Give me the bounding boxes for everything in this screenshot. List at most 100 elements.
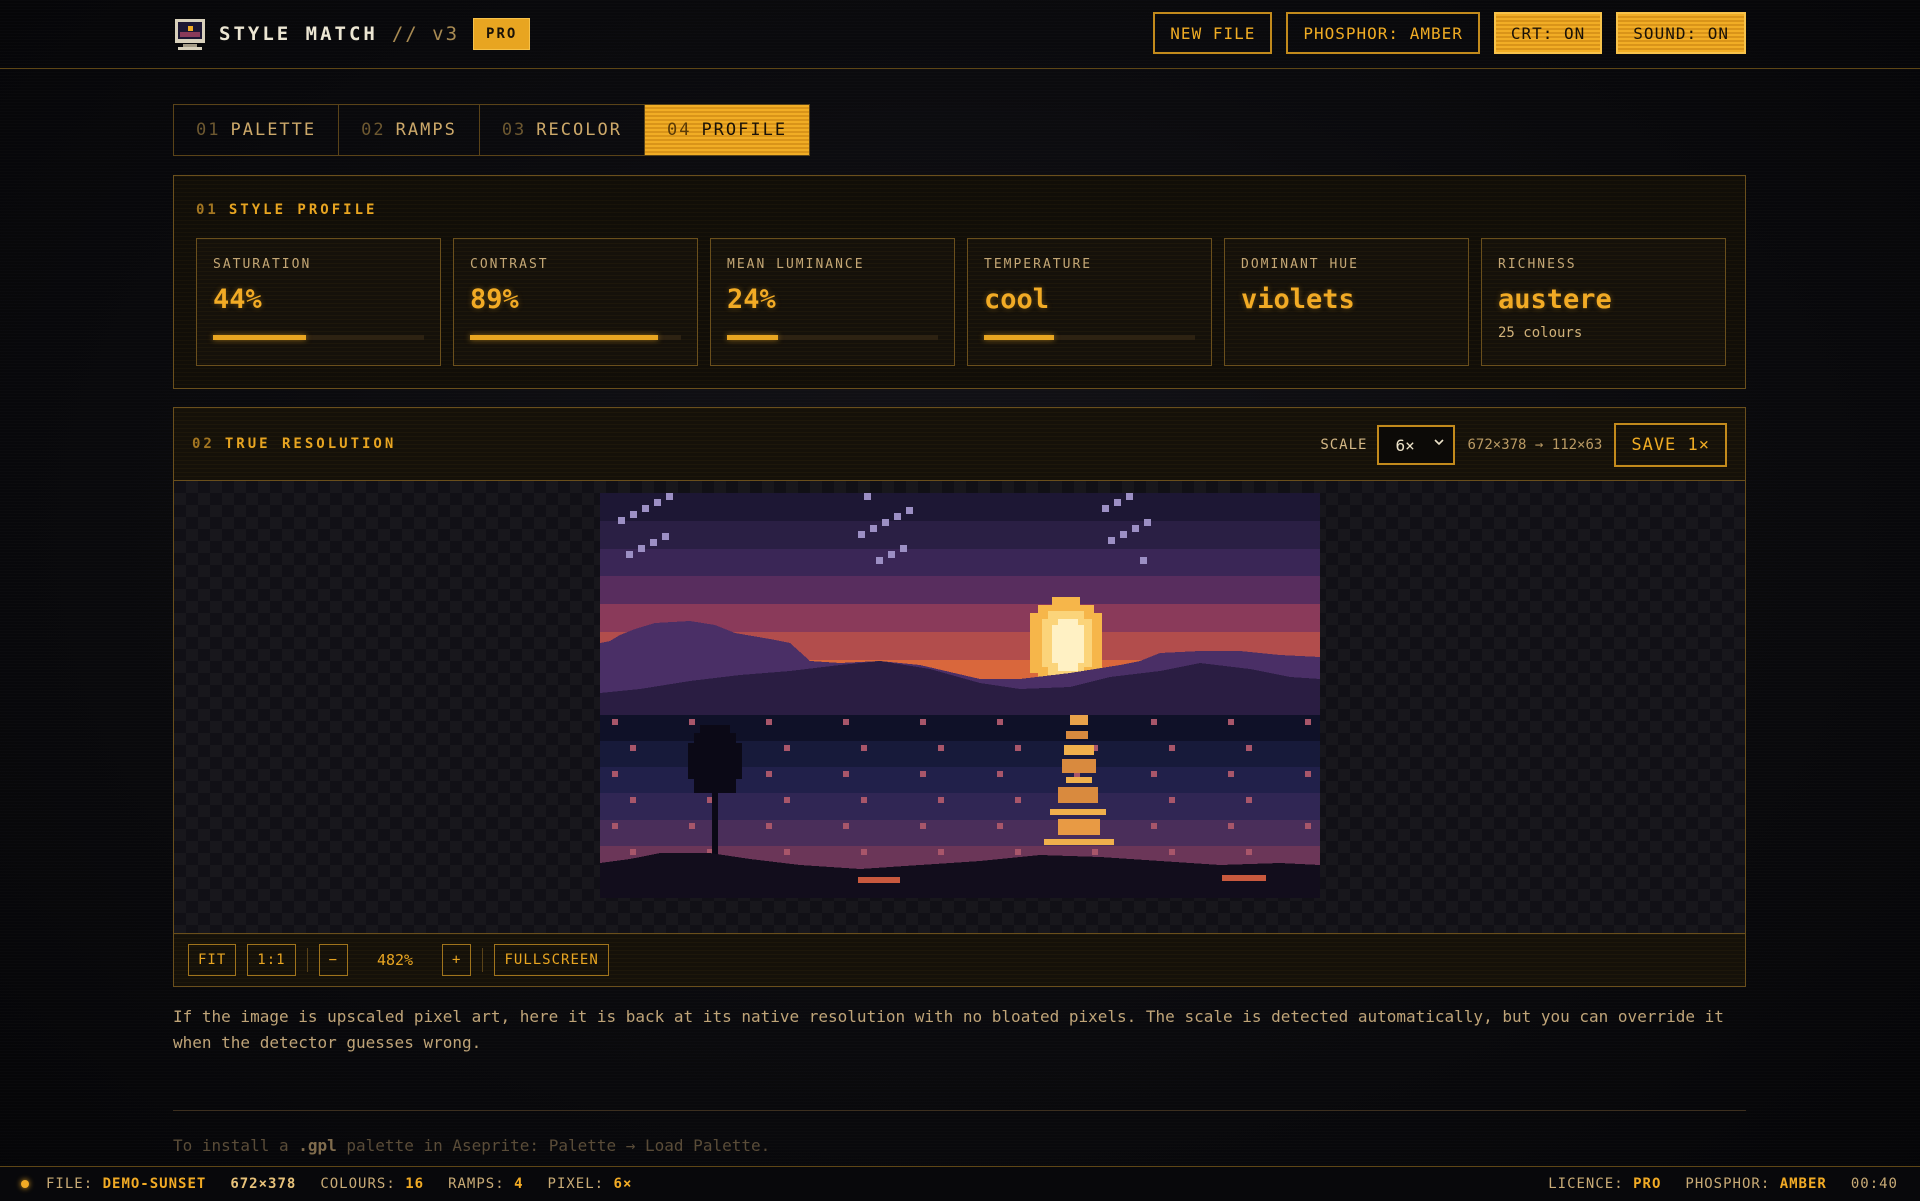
brand: STYLE MATCH // v3 PRO [173, 16, 531, 52]
status-file: FILE: DEMO-SUNSET [46, 1176, 207, 1192]
new-file-button[interactable]: NEW FILE [1153, 12, 1273, 54]
scale-label: SCALE [1320, 437, 1368, 453]
zoom-in-button[interactable]: + [442, 944, 472, 976]
water-sparkle [630, 745, 636, 751]
water-sparkle [630, 849, 636, 855]
status-pixel: PIXEL: 6× [547, 1176, 633, 1192]
stat-meter [727, 335, 938, 340]
water-sparkle [1169, 745, 1175, 751]
stat-meter-fill [213, 335, 306, 340]
water-sparkle [843, 719, 849, 725]
art-sun-glow [1030, 597, 1102, 681]
water-sparkle [1305, 823, 1311, 829]
water-sparkle [689, 719, 695, 725]
water-sparkle [612, 823, 618, 829]
panel-title: 02 TRUE RESOLUTION [192, 436, 397, 452]
water-sparkle [1151, 719, 1157, 725]
status-phosphor: PHOSPHOR: AMBER [1685, 1176, 1827, 1192]
stat-value: cool [984, 284, 1050, 315]
water-sparkle [843, 771, 849, 777]
stat-meter-fill [727, 335, 778, 340]
water-sparkle [920, 719, 926, 725]
panel-header: 02 TRUE RESOLUTION SCALE 6× 672×378 → 112… [174, 408, 1745, 481]
water-sparkle [784, 849, 790, 855]
water-sparkle [766, 771, 772, 777]
water-sparkle [938, 797, 944, 803]
water-sparkle [1169, 797, 1175, 803]
water-sparkle [1305, 719, 1311, 725]
water-sparkle [861, 797, 867, 803]
water-sparkle [784, 797, 790, 803]
water-sparkle [938, 745, 944, 751]
status-bar: FILE: DEMO-SUNSET 672×378 COLOURS: 16 RA… [0, 1166, 1920, 1201]
water-sparkle [1092, 849, 1098, 855]
water-sparkle [1015, 745, 1021, 751]
stat-meter [470, 335, 681, 340]
style-profile-panel: 01 STYLE PROFILE SATURATION 44% CONTRAST … [173, 175, 1746, 389]
water-sparkle [689, 823, 695, 829]
scale-select[interactable]: 6× [1377, 425, 1456, 465]
tab-profile[interactable]: 04 PROFILE [644, 105, 810, 155]
panel-title: 01 STYLE PROFILE [196, 202, 378, 218]
stat-mean-luminance: MEAN LUMINANCE 24% [710, 238, 955, 366]
water-sparkle [612, 771, 618, 777]
fullscreen-button[interactable]: FULLSCREEN [494, 944, 609, 976]
water-sparkle [920, 771, 926, 777]
fit-button[interactable]: FIT [188, 944, 237, 976]
water-sparkle [766, 823, 772, 829]
stat-label: CONTRAST [470, 257, 549, 272]
stat-dominant-hue: DOMINANT HUE violets [1224, 238, 1469, 366]
zoom-level: 482% [376, 951, 414, 969]
water-sparkle [1228, 823, 1234, 829]
stat-value: 89% [470, 284, 519, 315]
crt-toggle[interactable]: CRT: ON [1493, 12, 1603, 54]
water-sparkle [630, 797, 636, 803]
resolution-dims: 672×378 → 112×63 [1467, 437, 1603, 453]
status-dims: 672×378 [230, 1176, 297, 1192]
stat-value: violets [1241, 284, 1355, 315]
divider [173, 1110, 1746, 1111]
water-sparkle [1015, 797, 1021, 803]
gpl-extension: .gpl [298, 1136, 337, 1155]
phosphor-button[interactable]: PHOSPHOR: AMBER [1286, 12, 1480, 54]
sound-toggle[interactable]: SOUND: ON [1616, 12, 1746, 54]
top-actions: NEW FILE PHOSPHOR: AMBER CRT: ON SOUND: … [1153, 12, 1746, 54]
tab-ramps[interactable]: 02 RAMPS [339, 105, 480, 155]
viewport-toolbar: FIT 1:1 − 482% + FULLSCREEN [174, 933, 1745, 986]
water-sparkle [1151, 771, 1157, 777]
one-to-one-button[interactable]: 1:1 [247, 944, 296, 976]
pixel-art-preview [600, 493, 1320, 898]
water-sparkle [843, 823, 849, 829]
stat-subtext: 25 colours [1498, 325, 1583, 341]
image-viewport[interactable] [174, 481, 1745, 934]
status-right: LICENCE: PRO PHOSPHOR: AMBER 00:40 [1548, 1167, 1898, 1201]
water-sparkle [612, 719, 618, 725]
divider [306, 948, 308, 972]
water-sparkle [766, 719, 772, 725]
tab-bar: 01 PALETTE 02 RAMPS 03 RECOLOR 04 PROFILE [173, 104, 811, 156]
description-text: If the image is upscaled pixel art, here… [173, 1007, 1724, 1052]
stat-value: 24% [727, 284, 776, 315]
sky-band [600, 493, 1320, 522]
stat-temperature: TEMPERATURE cool [967, 238, 1212, 366]
water-sparkle [997, 823, 1003, 829]
stat-label: RICHNESS [1498, 257, 1577, 272]
tab-palette[interactable]: 01 PALETTE [174, 105, 340, 155]
status-ramps: RAMPS: 4 [448, 1176, 524, 1192]
stat-contrast: CONTRAST 89% [453, 238, 698, 366]
true-resolution-panel: 02 TRUE RESOLUTION SCALE 6× 672×378 → 112… [173, 407, 1746, 987]
water-sparkle [997, 771, 1003, 777]
stat-meter-fill [984, 335, 1054, 340]
sky-band [600, 549, 1320, 578]
stat-value: 44% [213, 284, 262, 315]
water-sparkle [1015, 849, 1021, 855]
divider [482, 948, 484, 972]
zoom-out-button[interactable]: − [318, 944, 349, 976]
stat-label: TEMPERATURE [984, 257, 1093, 272]
water-sparkle [861, 849, 867, 855]
save-1x-button[interactable]: SAVE 1× [1614, 423, 1727, 467]
scale-value: 6× [1395, 435, 1415, 455]
stat-saturation: SATURATION 44% [196, 238, 441, 366]
tab-recolor[interactable]: 03 RECOLOR [480, 105, 645, 155]
stat-label: MEAN LUMINANCE [727, 257, 865, 272]
